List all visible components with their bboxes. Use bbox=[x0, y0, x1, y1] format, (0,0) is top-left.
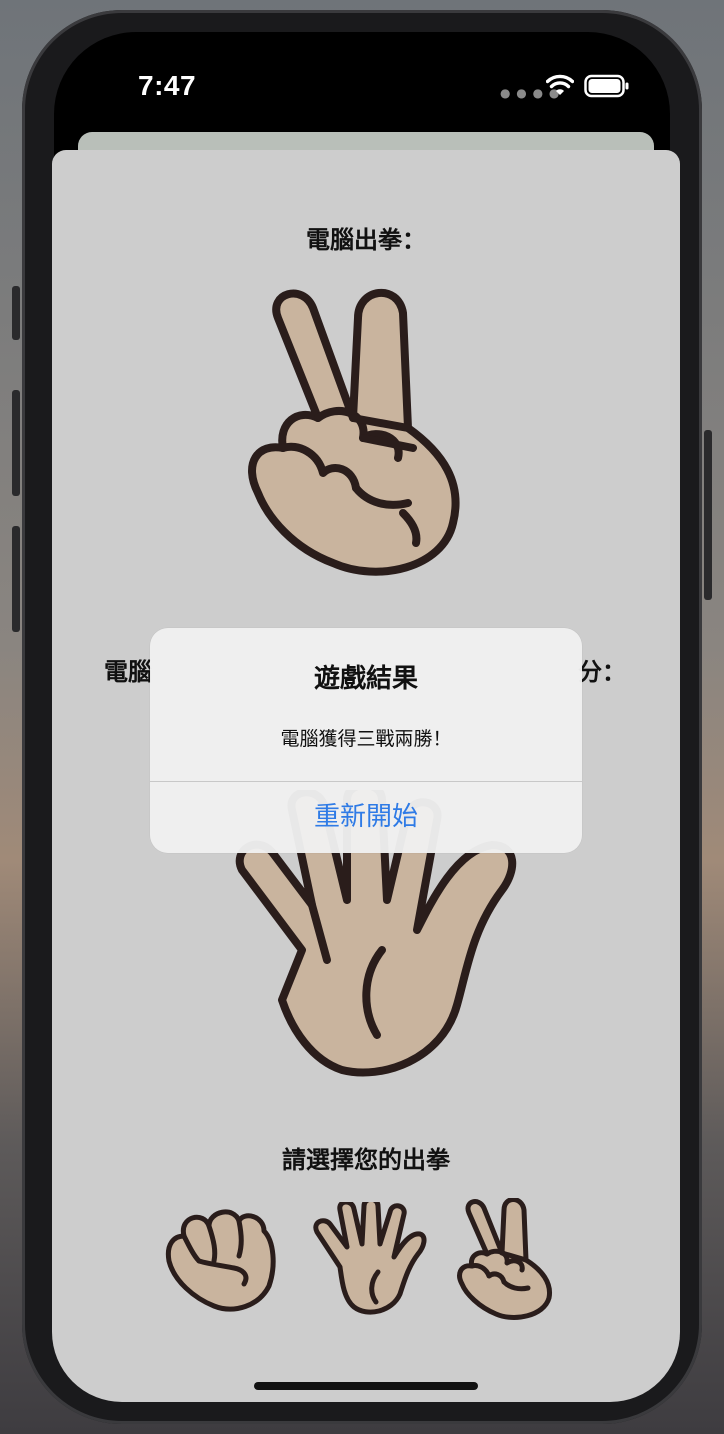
computer-choice-label: 電腦出拳： bbox=[306, 226, 426, 254]
result-alert: 遊戲結果 電腦獲得三戰兩勝！ 重新開始 bbox=[150, 628, 582, 853]
status-time: 7:47 bbox=[138, 70, 197, 101]
power-button[interactable] bbox=[704, 430, 712, 600]
option-paper-button[interactable] bbox=[312, 1202, 427, 1317]
scissors-hand-icon bbox=[248, 288, 460, 576]
battery-icon bbox=[584, 74, 629, 98]
home-indicator[interactable] bbox=[254, 1382, 478, 1390]
wifi-icon bbox=[546, 74, 574, 95]
restart-button[interactable]: 重新開始 bbox=[150, 782, 582, 853]
option-rock-button[interactable] bbox=[164, 1206, 279, 1316]
prompt-label: 請選擇您的出拳 bbox=[282, 1146, 450, 1174]
alert-message: 電腦獲得三戰兩勝！ bbox=[280, 728, 452, 750]
status-right: ● ● ● ● bbox=[500, 72, 630, 102]
alert-title: 遊戲結果 bbox=[313, 664, 418, 694]
volume-down-button[interactable] bbox=[12, 526, 20, 632]
action-button[interactable] bbox=[12, 286, 20, 340]
score-right-label: 分： bbox=[578, 658, 626, 686]
option-scissors-button[interactable] bbox=[454, 1198, 559, 1320]
volume-up-button[interactable] bbox=[12, 390, 20, 496]
